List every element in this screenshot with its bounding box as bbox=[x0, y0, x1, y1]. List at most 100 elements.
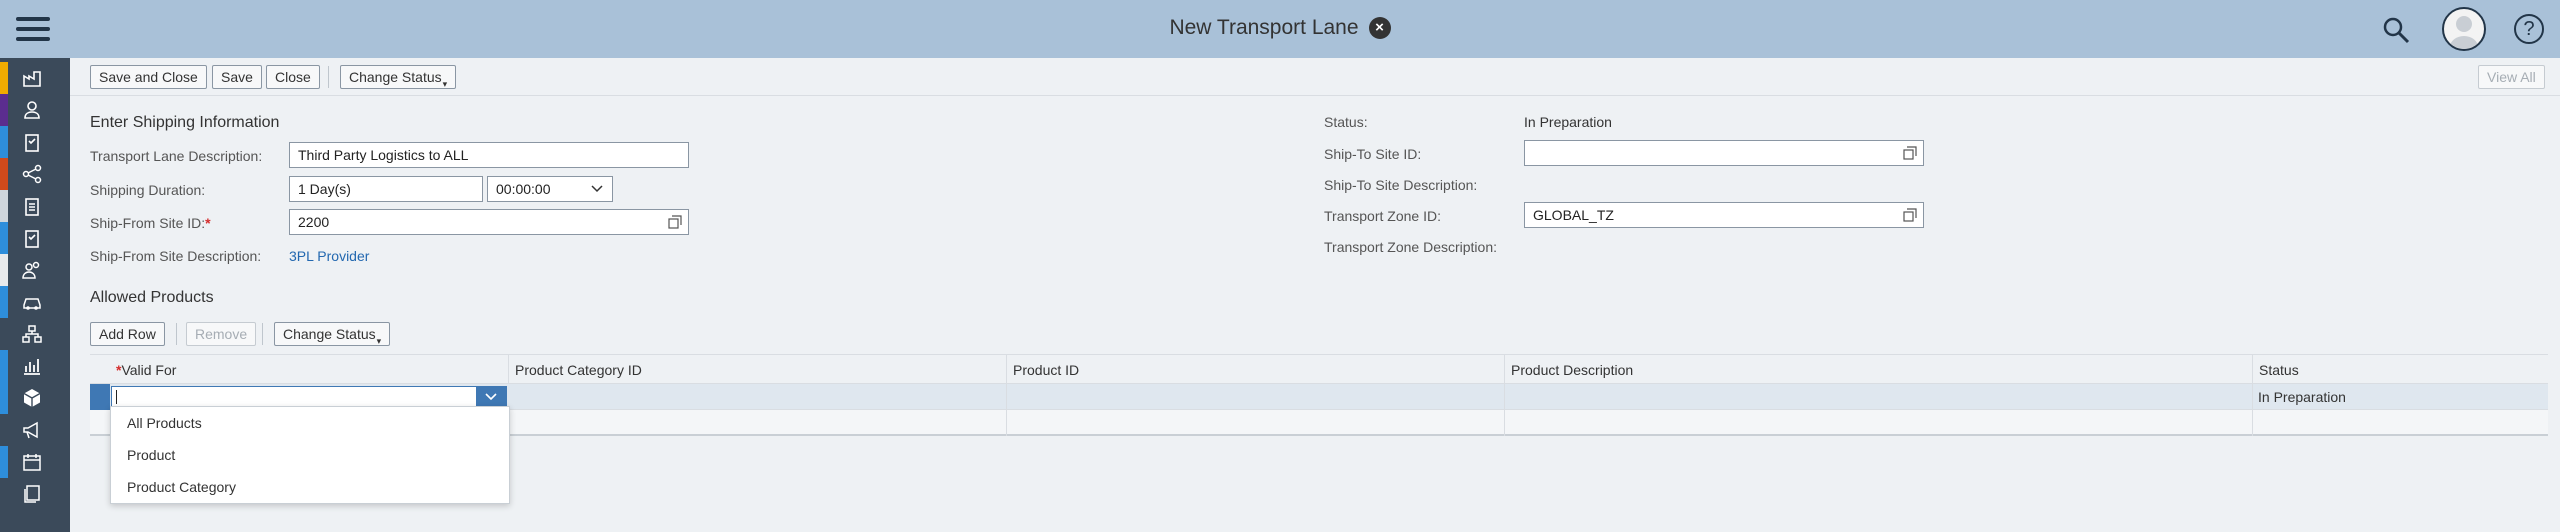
ship-from-site-label-text: Ship-From Site ID: bbox=[90, 215, 206, 231]
sidebar-item-share[interactable] bbox=[0, 158, 70, 190]
ship-from-site-value: 2200 bbox=[298, 214, 330, 230]
sidebar-item-clipboard-2[interactable] bbox=[0, 190, 70, 222]
change-status-label: Change Status bbox=[349, 69, 442, 85]
sidebar-item-chart[interactable] bbox=[0, 350, 70, 382]
toolbar-separator bbox=[328, 66, 329, 88]
page-title-wrap: New Transport Lane × bbox=[0, 16, 2560, 40]
dropdown-option-product-category[interactable]: Product Category bbox=[111, 471, 509, 503]
sidebar-item-calendar[interactable] bbox=[0, 446, 70, 478]
cell-divider bbox=[1504, 384, 1505, 410]
products-change-status-label: Change Status bbox=[283, 326, 376, 342]
chart-icon bbox=[24, 359, 40, 375]
valid-for-combobox[interactable] bbox=[111, 386, 507, 408]
sidebar-item-cube[interactable] bbox=[0, 382, 70, 414]
table-header: *Valid For Product Category ID Product I… bbox=[90, 354, 2548, 385]
status-label: Status: bbox=[1324, 114, 1368, 130]
ship-from-site-label: Ship-From Site ID:* bbox=[90, 215, 211, 231]
factory-icon bbox=[23, 71, 41, 87]
lane-description-label: Transport Lane Description: bbox=[90, 148, 263, 164]
ship-from-description-label: Ship-From Site Description: bbox=[90, 248, 262, 264]
sidebar-item-user[interactable] bbox=[0, 94, 70, 126]
row-selector[interactable] bbox=[90, 384, 110, 410]
transport-zone-value: GLOBAL_TZ bbox=[1533, 207, 1614, 223]
page-title: New Transport Lane bbox=[1169, 16, 1359, 39]
sidebar-item-car[interactable] bbox=[0, 286, 70, 318]
cell-divider bbox=[2252, 410, 2253, 436]
transport-zone-input[interactable]: GLOBAL_TZ bbox=[1524, 202, 1924, 228]
share-icon bbox=[22, 164, 42, 184]
clipboard-icon bbox=[25, 198, 39, 216]
dropdown-option-all-products[interactable]: All Products bbox=[111, 407, 509, 439]
sidebar-item-user-group[interactable] bbox=[0, 254, 70, 286]
column-valid-for-label: Valid For bbox=[121, 362, 177, 378]
duration-time-select[interactable]: 00:00:00 bbox=[487, 176, 613, 202]
save-and-close-button[interactable]: Save and Close bbox=[90, 65, 207, 89]
row-status: In Preparation bbox=[2258, 389, 2346, 405]
status-value: In Preparation bbox=[1524, 114, 1612, 130]
duration-time-value: 00:00:00 bbox=[496, 181, 551, 197]
required-marker: * bbox=[205, 215, 211, 231]
text-cursor bbox=[116, 390, 117, 404]
shipping-duration-label: Shipping Duration: bbox=[90, 182, 206, 198]
ship-from-site-input[interactable]: 2200 bbox=[289, 209, 689, 235]
sidebar-item-factory[interactable] bbox=[0, 62, 70, 94]
sidebar-item-org-chart[interactable] bbox=[0, 318, 70, 350]
user-icon bbox=[24, 101, 40, 119]
megaphone-icon bbox=[23, 421, 38, 439]
toolbar: Save and Close Save Close Change Status▾… bbox=[70, 58, 2560, 96]
products-change-status-button[interactable]: Change Status▾ bbox=[274, 322, 391, 346]
column-product-category[interactable]: Product Category ID bbox=[508, 355, 1006, 385]
chevron-down-icon bbox=[485, 393, 497, 401]
toolbar-separator bbox=[262, 323, 263, 345]
shipping-section-title: Enter Shipping Information bbox=[90, 114, 280, 131]
column-status[interactable]: Status bbox=[2252, 355, 2548, 385]
column-product-description[interactable]: Product Description bbox=[1504, 355, 2252, 385]
avatar[interactable] bbox=[2442, 7, 2486, 51]
cell-divider bbox=[1006, 384, 1007, 410]
close-button[interactable]: Close bbox=[266, 65, 320, 89]
dropdown-option-product[interactable]: Product bbox=[111, 439, 509, 471]
transport-zone-description-label: Transport Zone Description: bbox=[1324, 239, 1497, 255]
clipboard-icon bbox=[25, 230, 39, 248]
caret-down-icon: ▾ bbox=[376, 336, 382, 346]
calendar-icon bbox=[23, 454, 41, 471]
sidebar-item-documents[interactable] bbox=[0, 478, 70, 510]
ship-from-description-link[interactable]: 3PL Provider bbox=[289, 248, 369, 264]
sidebar-item-clipboard[interactable] bbox=[0, 126, 70, 158]
lane-description-input[interactable]: Third Party Logistics to ALL bbox=[289, 142, 689, 168]
ship-to-site-input[interactable] bbox=[1524, 140, 1924, 166]
cell-divider bbox=[1504, 410, 1505, 436]
car-icon bbox=[23, 298, 41, 310]
value-help-icon[interactable] bbox=[1903, 208, 1917, 222]
column-valid-for[interactable]: *Valid For bbox=[110, 355, 508, 385]
valid-for-dropdown-list: All Products Product Product Category bbox=[110, 406, 510, 504]
sidebar bbox=[0, 58, 70, 532]
cell-divider bbox=[1006, 410, 1007, 436]
change-status-button[interactable]: Change Status▾ bbox=[340, 65, 457, 89]
chevron-down-icon bbox=[591, 185, 603, 193]
shell-bar: New Transport Lane × ? bbox=[0, 0, 2560, 58]
sidebar-item-megaphone[interactable] bbox=[0, 414, 70, 446]
transport-zone-label: Transport Zone ID: bbox=[1324, 208, 1441, 224]
allowed-products-title: Allowed Products bbox=[90, 289, 214, 306]
sidebar-item-clipboard-3[interactable] bbox=[0, 222, 70, 254]
documents-icon bbox=[24, 485, 40, 503]
column-product-id[interactable]: Product ID bbox=[1006, 355, 1504, 385]
add-row-button[interactable]: Add Row bbox=[90, 322, 165, 346]
search-icon[interactable] bbox=[2382, 16, 2410, 44]
duration-days-input[interactable]: 1 Day(s) bbox=[289, 176, 483, 202]
org-chart-icon bbox=[22, 325, 42, 343]
save-button[interactable]: Save bbox=[212, 65, 262, 89]
help-icon[interactable]: ? bbox=[2514, 14, 2544, 44]
toolbar-separator bbox=[176, 323, 177, 345]
valid-for-dropdown-button[interactable] bbox=[476, 387, 506, 407]
cube-icon bbox=[23, 389, 41, 407]
caret-down-icon: ▾ bbox=[442, 79, 448, 89]
value-help-icon[interactable] bbox=[1903, 146, 1917, 160]
remove-button[interactable]: Remove bbox=[186, 322, 257, 346]
clipboard-icon bbox=[25, 134, 39, 152]
ship-to-site-label: Ship-To Site ID: bbox=[1324, 146, 1422, 162]
view-all-button[interactable]: View All bbox=[2478, 65, 2545, 89]
close-icon[interactable]: × bbox=[1368, 17, 1391, 39]
value-help-icon[interactable] bbox=[668, 215, 682, 229]
